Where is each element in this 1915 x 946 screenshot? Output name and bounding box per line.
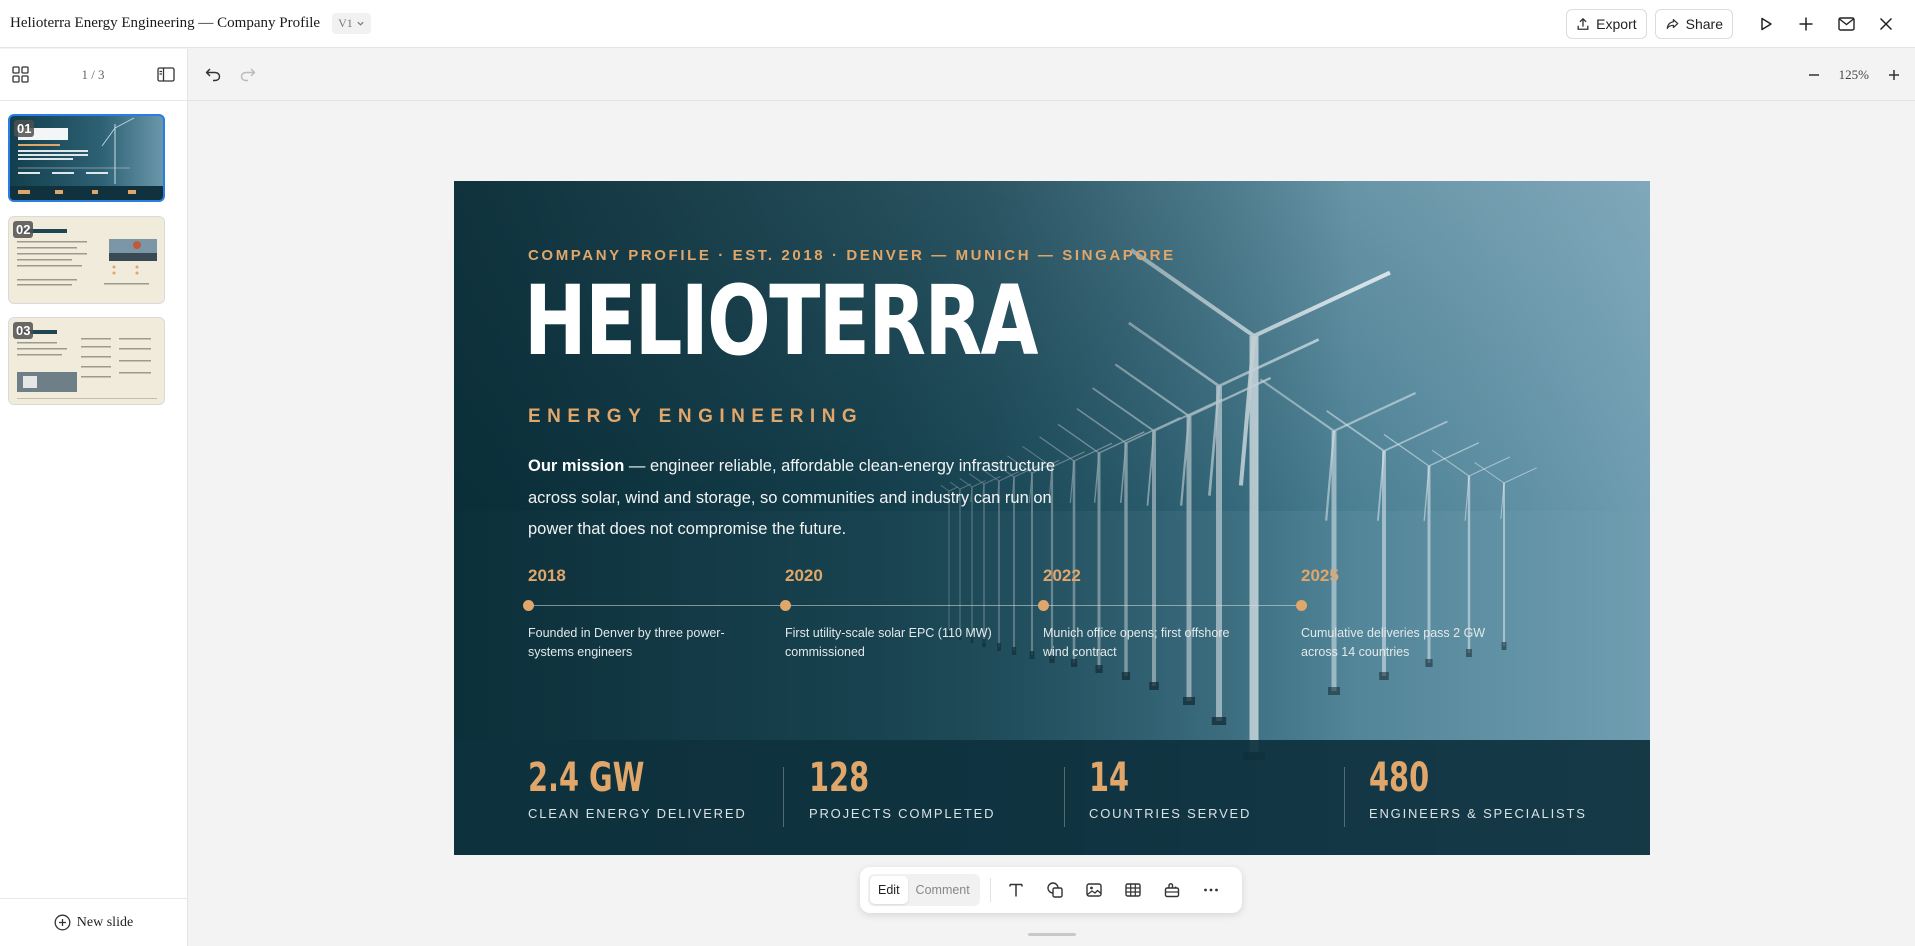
stat-label: COUNTRIES SERVED — [1089, 806, 1252, 821]
plugin-tool-button[interactable] — [1156, 874, 1187, 906]
toolbar-divider — [989, 878, 991, 902]
upload-icon — [1577, 17, 1589, 30]
sidebar-header: 1 / 3 — [0, 49, 187, 101]
table-icon — [1125, 883, 1141, 897]
plus-icon — [1799, 17, 1813, 31]
mission-statement: Our mission — engineer reliable, afforda… — [528, 451, 1088, 546]
stat-label: ENGINEERS & SPECIALISTS — [1369, 806, 1587, 821]
shape-tool-button[interactable] — [1040, 874, 1071, 906]
zoom-in-icon[interactable] — [1887, 68, 1901, 82]
timeline-desc: Munich office opens; first offshore wind… — [1043, 626, 1230, 659]
share-button[interactable]: Share — [1654, 9, 1733, 39]
zoom-level[interactable]: 125% — [1839, 67, 1869, 83]
chevron-down-icon — [357, 21, 364, 26]
slide-title: HELIOTERRA — [524, 265, 1039, 377]
stat-divider — [783, 767, 784, 827]
export-label: Export — [1596, 16, 1637, 32]
text-tool-button[interactable] — [1001, 874, 1032, 906]
slide-thumbnail-3[interactable]: 03 — [8, 317, 165, 405]
timeline-dot — [780, 600, 791, 611]
text-icon — [1009, 883, 1023, 897]
timeline-dot — [1038, 600, 1049, 611]
shapes-icon — [1047, 882, 1063, 898]
zoom-out-icon[interactable] — [1807, 68, 1821, 82]
stat-divider — [1344, 767, 1345, 827]
slide-thumbnail-1[interactable]: 01 — [8, 114, 165, 202]
document-title[interactable]: Helioterra Energy Engineering — Company … — [10, 15, 320, 32]
new-slide-button[interactable]: New slide — [0, 898, 187, 946]
share-label: Share — [1685, 16, 1723, 32]
thumbnail-number: 01 — [14, 120, 35, 137]
image-tool-button[interactable] — [1078, 874, 1109, 906]
stat-label: PROJECTS COMPLETED — [809, 806, 996, 821]
stats-band: 2.4 GW CLEAN ENERGY DELIVERED 128 PROJEC… — [454, 740, 1650, 855]
close-button[interactable] — [1871, 9, 1901, 39]
panel-toggle-icon[interactable] — [157, 67, 175, 82]
slide-canvas[interactable]: COMPANY PROFILE · EST. 2018 · DENVER — M… — [454, 181, 1650, 855]
edit-mode-button[interactable]: Edit — [870, 876, 908, 904]
timeline-year: 2020 — [785, 566, 823, 585]
grid-view-icon[interactable] — [12, 66, 29, 83]
timeline-line — [529, 605, 1307, 606]
canvas-toolbar: 125% — [188, 49, 1915, 101]
close-icon — [1879, 17, 1893, 31]
comment-mode-button[interactable]: Comment — [908, 876, 978, 904]
slide-eyebrow: COMPANY PROFILE · EST. 2018 · DENVER — M… — [528, 247, 1176, 264]
mail-icon — [1837, 17, 1855, 31]
redo-icon[interactable] — [239, 62, 257, 86]
undo-icon[interactable] — [204, 62, 222, 86]
timeline-desc: First utility-scale solar EPC (110 MW) c… — [785, 626, 992, 659]
stat-value: 14 — [1089, 755, 1130, 801]
timeline-year: 2018 — [528, 566, 566, 585]
stat-value: 128 — [809, 755, 870, 801]
timeline-desc: Founded in Denver by three power-systems… — [528, 626, 725, 659]
timeline-year: 2022 — [1043, 566, 1081, 585]
zoom-controls: 125% — [1807, 49, 1915, 101]
more-tools-button[interactable] — [1195, 874, 1226, 906]
table-tool-button[interactable] — [1117, 874, 1148, 906]
mode-switch: Edit Comment — [868, 874, 980, 906]
play-icon — [1761, 17, 1772, 31]
stat-label: CLEAN ENERGY DELIVERED — [528, 806, 747, 821]
timeline-year: 2025 — [1301, 566, 1339, 585]
timeline-dot — [523, 600, 534, 611]
new-slide-label: New slide — [76, 914, 134, 930]
stat-value: 2.4 GW — [528, 755, 645, 801]
floating-toolbar: Edit Comment — [860, 867, 1242, 913]
version-dropdown[interactable]: V1 — [332, 13, 371, 34]
present-button[interactable] — [1751, 9, 1781, 39]
version-label: V1 — [338, 16, 353, 30]
stat-divider — [1064, 767, 1065, 827]
slide-counter: 1 / 3 — [81, 66, 105, 82]
resize-handle[interactable] — [1028, 933, 1076, 936]
timeline-desc: Cumulative deliveries pass 2 GW across 1… — [1301, 626, 1486, 659]
more-icon — [1203, 888, 1218, 892]
image-icon — [1086, 883, 1102, 897]
mission-lead: Our mission — [528, 457, 625, 475]
plus-circle-icon — [54, 914, 71, 931]
add-button[interactable] — [1791, 9, 1821, 39]
slide-thumbnail-2[interactable]: 02 — [8, 216, 165, 304]
export-button[interactable]: Export — [1566, 9, 1647, 39]
mail-button[interactable] — [1831, 9, 1861, 39]
timeline-dot — [1296, 600, 1307, 611]
thumbnail-number: 02 — [13, 221, 34, 238]
plugin-icon — [1164, 883, 1179, 898]
slide-subtitle: ENERGY ENGINEERING — [528, 406, 864, 427]
share-icon — [1666, 19, 1679, 29]
slide-sidebar: 1 / 3 01 02 03 New slide — [0, 49, 188, 946]
stat-value: 480 — [1369, 755, 1430, 801]
thumbnail-number: 03 — [13, 322, 34, 339]
title-bar: Helioterra Energy Engineering — Company … — [0, 0, 1915, 48]
